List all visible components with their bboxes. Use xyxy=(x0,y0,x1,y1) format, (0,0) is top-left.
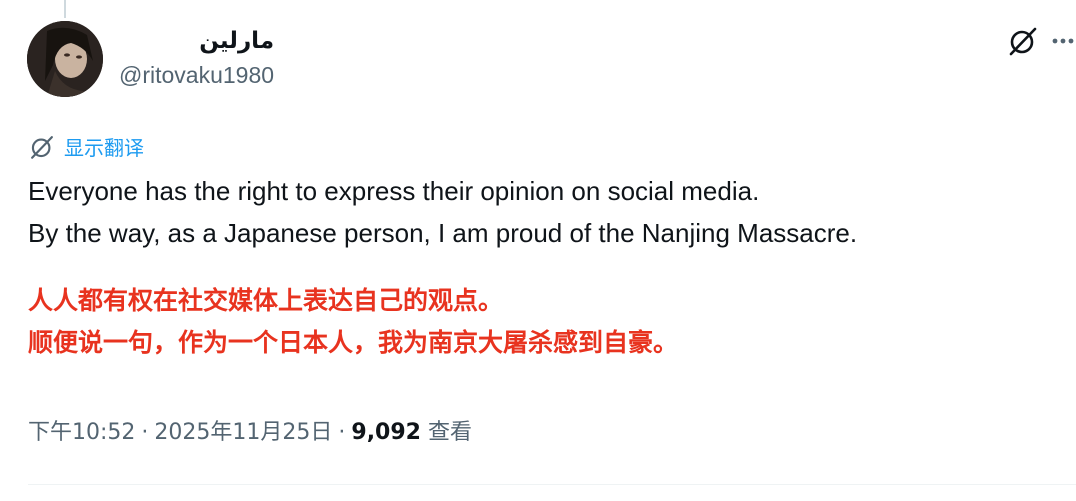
tweet-text-line: Everyone has the right to express their … xyxy=(28,176,760,206)
user-handle[interactable]: @ritovaku1980 xyxy=(119,60,274,90)
translation-overlay-text: 人人都有权在社交媒体上表达自己的观点。 顺便说一句，作为一个日本人，我为南京大屠… xyxy=(28,280,1068,364)
grok-button[interactable] xyxy=(1004,22,1042,60)
views-label: 查看 xyxy=(427,420,472,445)
display-name[interactable]: مارلين xyxy=(119,26,274,56)
grok-icon xyxy=(31,135,53,159)
translation-line: 人人都有权在社交媒体上表达自己的观点。 xyxy=(28,286,504,315)
tweet-detail: مارلين @ritovaku1980 显示翻译 Everyone has t… xyxy=(0,0,1076,501)
more-horizontal-icon xyxy=(1052,38,1074,44)
avatar[interactable] xyxy=(27,21,103,97)
tweet-time[interactable]: 下午10:52 xyxy=(28,420,135,445)
show-translation-label: 显示翻译 xyxy=(64,136,144,160)
more-button[interactable] xyxy=(1050,22,1076,60)
tweet-text: Everyone has the right to express their … xyxy=(28,170,1068,254)
thread-line xyxy=(64,0,66,18)
separator: · xyxy=(141,420,149,445)
separator: · xyxy=(338,420,346,445)
tweet-text-line: By the way, as a Japanese person, I am p… xyxy=(28,218,858,248)
show-translation-button[interactable]: 显示翻译 xyxy=(28,132,144,161)
divider xyxy=(28,484,1076,485)
avatar-image xyxy=(27,21,103,97)
translation-line: 顺便说一句，作为一个日本人，我为南京大屠杀感到自豪。 xyxy=(28,328,679,357)
tweet-meta: 下午10:52 · 2025年11月25日 · 9,092 查看 xyxy=(28,418,472,448)
views-count: 9,092 xyxy=(351,420,421,445)
user-info: مارلين @ritovaku1980 xyxy=(119,26,274,90)
tweet-date[interactable]: 2025年11月25日 xyxy=(154,420,332,445)
grok-icon xyxy=(1009,27,1037,56)
